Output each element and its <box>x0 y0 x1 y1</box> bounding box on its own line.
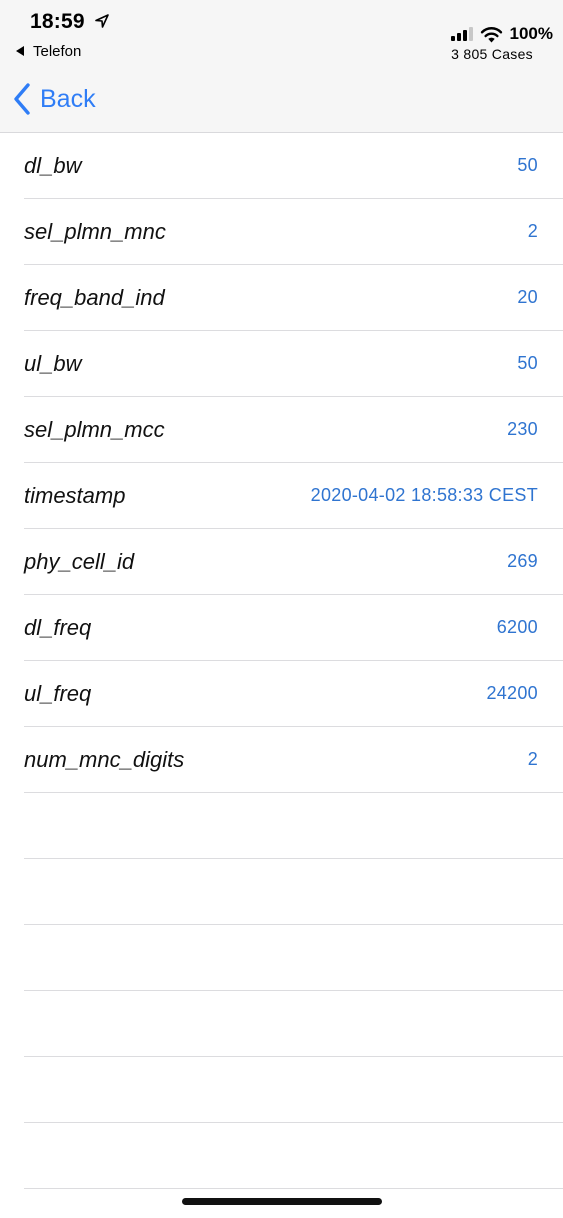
home-indicator[interactable] <box>182 1198 382 1205</box>
row-key: dl_freq <box>24 614 92 640</box>
back-button-label: Back <box>40 84 96 113</box>
empty-list-row <box>24 859 563 925</box>
list-item[interactable]: dl_freq 6200 <box>24 595 563 661</box>
header: 18:59 Telefon 100% 3 805 Cases Back <box>0 0 563 133</box>
list-item[interactable]: sel_plmn_mnc 2 <box>24 199 563 265</box>
cellular-signal-icon <box>450 27 473 41</box>
back-to-app-button[interactable]: Telefon <box>16 42 81 60</box>
location-arrow-icon <box>95 14 109 28</box>
row-key: timestamp <box>24 482 126 508</box>
row-value: 2020-04-02 18:58:33 CEST <box>310 485 538 505</box>
row-value: 50 <box>517 353 538 373</box>
status-subtitle: 3 805 Cases <box>451 46 533 62</box>
row-value: 2 <box>527 749 538 769</box>
row-key: phy_cell_id <box>24 548 135 574</box>
empty-list-row <box>24 793 563 859</box>
list-item[interactable]: sel_plmn_mcc 230 <box>24 397 563 463</box>
empty-list-row <box>24 1057 563 1123</box>
row-value: 230 <box>507 419 538 439</box>
row-key: dl_bw <box>24 152 82 178</box>
empty-list-row <box>24 991 563 1057</box>
status-time: 18:59 <box>30 10 85 33</box>
row-value: 2 <box>527 221 538 241</box>
battery-percent: 100% <box>509 24 553 43</box>
row-key: sel_plmn_mcc <box>24 416 165 442</box>
list-item[interactable]: freq_band_ind 20 <box>24 265 563 331</box>
row-key: ul_freq <box>24 680 92 706</box>
list-item[interactable]: ul_bw 50 <box>24 331 563 397</box>
row-value: 6200 <box>496 617 538 637</box>
wifi-icon <box>480 26 502 43</box>
list-item[interactable]: phy_cell_id 269 <box>24 529 563 595</box>
row-key: freq_band_ind <box>24 284 165 310</box>
row-value: 24200 <box>486 683 538 703</box>
list-item[interactable]: timestamp 2020-04-02 18:58:33 CEST <box>24 463 563 529</box>
status-indicators: 100% <box>450 24 553 44</box>
chevron-left-icon <box>14 83 30 115</box>
detail-list: dl_bw 50 sel_plmn_mnc 2 freq_band_ind 20… <box>0 133 563 1189</box>
empty-list-row <box>24 1123 563 1189</box>
empty-list-row <box>24 925 563 991</box>
back-to-app-label: Telefon <box>33 42 82 60</box>
list-item[interactable]: num_mnc_digits 2 <box>24 727 563 793</box>
row-value: 20 <box>517 287 538 307</box>
row-key: ul_bw <box>24 350 82 376</box>
back-button[interactable]: Back <box>12 82 96 116</box>
list-item[interactable]: dl_bw 50 <box>24 133 563 199</box>
row-value: 269 <box>507 551 538 571</box>
screen: 18:59 Telefon 100% 3 805 Cases Back dl_b… <box>0 0 563 1218</box>
list-item[interactable]: ul_freq 24200 <box>24 661 563 727</box>
back-triangle-icon <box>16 46 24 56</box>
row-value: 50 <box>517 155 538 175</box>
row-key: sel_plmn_mnc <box>24 218 166 244</box>
row-key: num_mnc_digits <box>24 746 185 772</box>
